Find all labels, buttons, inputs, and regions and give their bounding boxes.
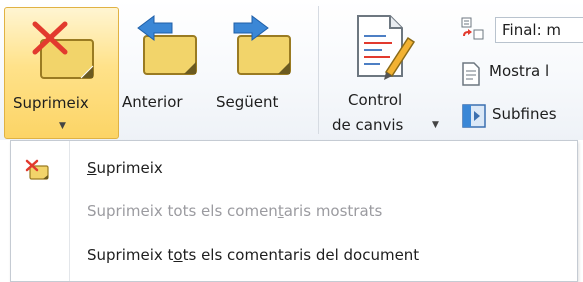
previous-comment-label: Anterior — [122, 93, 183, 111]
reviewing-pane-icon — [462, 104, 486, 128]
track-changes-icon — [357, 15, 416, 80]
track-changes-label-line1: Control — [348, 91, 403, 109]
next-comment-label: Següent — [216, 93, 279, 111]
menu-item-delete-all-in-document-label: Suprimeix tots els comentaris del docume… — [87, 246, 420, 264]
delete-comment-button[interactable]: Suprimeix ▼ — [4, 7, 119, 139]
delete-comment-dropdown-menu: Suprimeix Suprimeix tots els comentaris … — [10, 140, 578, 282]
next-comment-button[interactable]: Següent — [214, 0, 310, 140]
menu-item-delete[interactable]: Suprimeix — [11, 149, 577, 189]
delete-comment-icon — [32, 21, 94, 79]
review-ribbon: Suprimeix ▼ Anterior Següent Control de … — [0, 0, 583, 140]
show-markup-icon — [462, 62, 480, 86]
reviewing-pane-button[interactable]: Subfines — [492, 105, 557, 123]
menu-item-delete-all-shown[interactable]: Suprimeix tots els comentaris mostrats — [11, 192, 577, 232]
track-changes-dropdown-arrow-icon[interactable]: ▼ — [432, 120, 439, 130]
markup-view-select[interactable]: Final: m — [495, 17, 583, 43]
menu-item-delete-label: Suprimeix — [87, 159, 163, 177]
menu-item-delete-all-in-document[interactable]: Suprimeix tots els comentaris del docume… — [11, 236, 577, 276]
markup-view-icon — [461, 17, 484, 40]
menu-item-delete-all-shown-label: Suprimeix tots els comentaris mostrats — [87, 202, 383, 220]
dropdown-arrow-icon[interactable]: ▼ — [59, 121, 66, 131]
show-markup-button[interactable]: Mostra l — [489, 62, 549, 80]
group-separator — [318, 6, 319, 134]
delete-comment-label: Suprimeix — [13, 94, 89, 112]
delete-comment-icon — [25, 159, 49, 180]
previous-comment-icon — [137, 15, 197, 75]
previous-comment-button[interactable]: Anterior — [120, 0, 216, 140]
track-changes-label-line2: de canvis — [332, 116, 404, 134]
next-comment-icon — [233, 15, 291, 75]
